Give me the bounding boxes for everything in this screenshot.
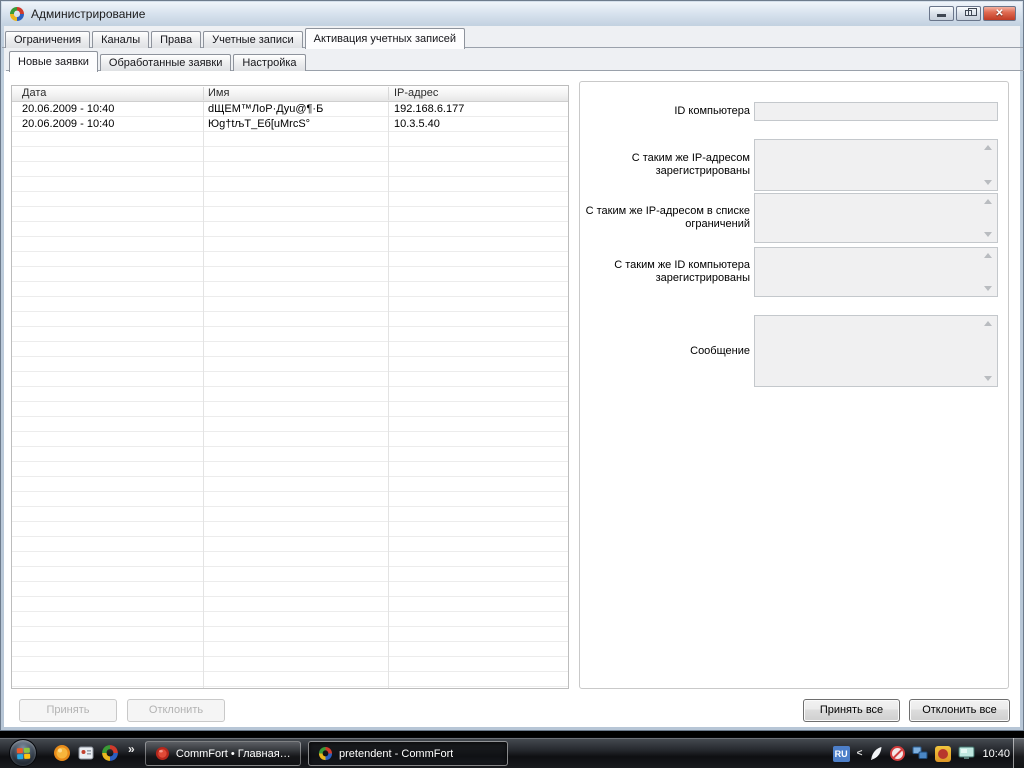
column-header-ip[interactable]: IP-адрес <box>394 87 438 99</box>
same-ip-restricted-label: С таким же IP-адресом в списке ограничен… <box>582 193 750 243</box>
commfort-tray-icon[interactable] <box>935 746 951 762</box>
restore-button[interactable] <box>956 6 981 21</box>
scroll-down-icon[interactable] <box>984 286 992 291</box>
tab-rights[interactable]: Права <box>151 31 201 48</box>
scroll-up-icon[interactable] <box>984 321 992 326</box>
no-entry-icon[interactable] <box>890 746 905 761</box>
request-name: Юg†tљТ_Еб[uMrcS° <box>208 118 310 130</box>
subtab-new-requests[interactable]: Новые заявки <box>9 51 98 72</box>
tray-collapse-chevron-icon[interactable]: < <box>857 748 863 759</box>
commfort-icon <box>318 746 333 761</box>
restore-icon <box>965 10 972 16</box>
same-ip-registered-field[interactable] <box>754 139 998 191</box>
administration-window: Администрирование ✕ Ограничения Каналы П… <box>0 0 1024 731</box>
minimize-icon <box>937 14 946 17</box>
request-details-panel: ID компьютера С таким же IP-адресом заре… <box>579 81 1009 689</box>
computer-id-label: ID компьютера <box>582 102 750 121</box>
taskbar-button-pretendent[interactable]: pretendent - CommFort <box>308 741 508 766</box>
sub-tab-bar: Новые заявки Обработанные заявки Настрой… <box>9 51 308 71</box>
minimize-button[interactable] <box>929 6 954 21</box>
quicklaunch-commfort-icon[interactable] <box>101 744 119 762</box>
taskbar-button-commfort-home[interactable]: CommFort • Главная ... <box>145 741 301 766</box>
main-tab-bar: Ограничения Каналы Права Учетные записи … <box>5 28 467 48</box>
table-row[interactable]: 20.06.2009 - 10:40 Юg†tљТ_Еб[uMrcS° 10.3… <box>12 117 568 132</box>
same-id-registered-field[interactable] <box>754 247 998 297</box>
show-desktop-button[interactable] <box>1013 738 1024 768</box>
request-ip: 10.3.5.40 <box>394 118 440 130</box>
pen-icon[interactable] <box>869 746 883 761</box>
computer-id-field[interactable] <box>754 102 998 121</box>
commfort-app-icon <box>9 6 25 22</box>
browser-icon <box>155 746 170 761</box>
column-header-date[interactable]: Дата <box>22 87 46 99</box>
column-divider <box>203 86 204 688</box>
same-ip-restricted-field[interactable] <box>754 193 998 243</box>
taskbar-clock[interactable]: 10:40 <box>982 748 1010 760</box>
request-date: 20.06.2009 - 10:40 <box>22 118 114 130</box>
header-separator <box>203 87 204 100</box>
tab-accounts[interactable]: Учетные записи <box>203 31 303 48</box>
titlebar[interactable]: Администрирование ✕ <box>2 2 1022 26</box>
close-button[interactable]: ✕ <box>983 6 1016 21</box>
same-id-registered-label: С таким же ID компьютера зарегистрирован… <box>582 247 750 297</box>
table-row[interactable]: 20.06.2009 - 10:40 dЩЕМ™ЛоР·Дyu@¶·Б 192.… <box>12 102 568 117</box>
network-icon[interactable] <box>912 746 928 761</box>
accept-all-button[interactable]: Принять все <box>803 699 900 722</box>
table-header[interactable]: Дата Имя IP-адрес <box>12 86 568 102</box>
scroll-up-icon[interactable] <box>984 253 992 258</box>
scroll-up-icon[interactable] <box>984 145 992 150</box>
same-ip-registered-label: С таким же IP-адресом зарегистрированы <box>582 139 750 191</box>
system-tray: RU < 10:40 <box>833 738 1010 768</box>
decline-button[interactable]: Отклонить <box>127 699 225 722</box>
start-button[interactable] <box>9 739 37 767</box>
window-body: Ограничения Каналы Права Учетные записи … <box>4 26 1020 727</box>
column-divider <box>388 86 389 688</box>
quicklaunch-contacts-icon[interactable] <box>77 744 95 762</box>
request-name: dЩЕМ™ЛоР·Дyu@¶·Б <box>208 103 323 115</box>
tab-account-activation[interactable]: Активация учетных записей <box>305 28 465 49</box>
request-ip: 192.168.6.177 <box>394 103 464 115</box>
column-header-name[interactable]: Имя <box>208 87 229 99</box>
language-indicator[interactable]: RU <box>833 746 850 762</box>
decline-all-button[interactable]: Отклонить все <box>909 699 1010 722</box>
message-label: Сообщение <box>582 315 750 387</box>
scroll-down-icon[interactable] <box>984 376 992 381</box>
accept-button[interactable]: Принять <box>19 699 117 722</box>
quicklaunch-overflow-chevron-icon[interactable]: » <box>128 742 135 756</box>
subtab-processed-requests[interactable]: Обработанные заявки <box>100 54 231 71</box>
tab-channels[interactable]: Каналы <box>92 31 149 48</box>
scroll-down-icon[interactable] <box>984 180 992 185</box>
subtab-settings[interactable]: Настройка <box>233 54 305 71</box>
scroll-down-icon[interactable] <box>984 232 992 237</box>
new-requests-page: Дата Имя IP-адрес 20.06.2009 - 10:40 dЩЕ… <box>4 71 1020 727</box>
taskbar-button-label: CommFort • Главная ... <box>176 748 291 760</box>
header-separator <box>388 87 389 100</box>
display-icon[interactable] <box>958 746 975 761</box>
window-title: Администрирование <box>31 7 145 21</box>
close-icon: ✕ <box>995 8 1003 19</box>
taskbar: » CommFort • Главная ... pretendent - Co… <box>0 737 1024 768</box>
requests-table[interactable]: Дата Имя IP-адрес 20.06.2009 - 10:40 dЩЕ… <box>11 85 569 689</box>
tab-restrictions[interactable]: Ограничения <box>5 31 90 48</box>
taskbar-button-label: pretendent - CommFort <box>339 748 453 760</box>
request-date: 20.06.2009 - 10:40 <box>22 103 114 115</box>
message-field[interactable] <box>754 315 998 387</box>
scroll-up-icon[interactable] <box>984 199 992 204</box>
windows-logo-icon <box>17 748 31 760</box>
quicklaunch-orange-ball-icon[interactable] <box>53 744 71 762</box>
